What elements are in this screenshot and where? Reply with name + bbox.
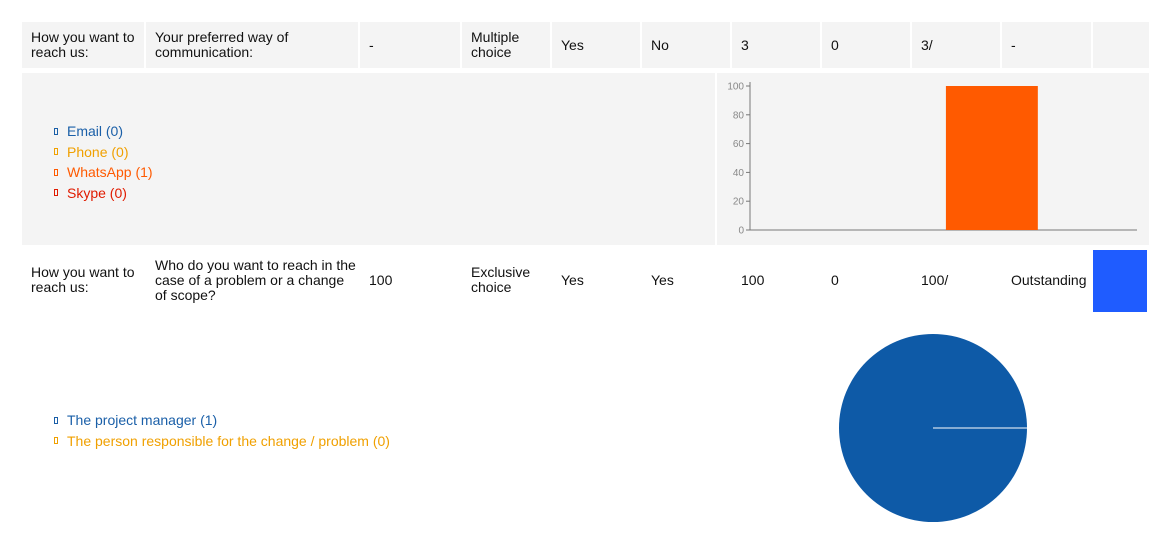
ratio-cell: 100/ <box>921 271 949 288</box>
question-cell: Your preferred way of communication: <box>146 22 358 68</box>
answer-legend: Email (0) Phone (0) WhatsApp (1) Skype (0) <box>54 121 153 203</box>
flag-cell: Yes <box>651 271 674 288</box>
y-tick-label: 40 <box>733 168 745 179</box>
legend-label: WhatsApp (1) <box>67 164 153 180</box>
pie-chart <box>839 334 1027 522</box>
ratio-cell: 3/ <box>912 22 1000 68</box>
legend-item: The person responsible for the change / … <box>54 431 390 452</box>
legend-item: Phone (0) <box>54 142 153 163</box>
legend-label: The person responsible for the change / … <box>67 432 390 449</box>
bar-chart-panel: 0 20 40 60 80 100 <box>717 73 1149 245</box>
bullet-icon <box>54 416 58 424</box>
legend-item: Skype (0) <box>54 183 153 204</box>
points-cell: 100 <box>741 271 765 288</box>
score-cell: - <box>360 22 460 68</box>
bullet-icon <box>54 189 58 197</box>
color-swatch <box>1093 250 1147 312</box>
bar <box>945 86 1038 230</box>
bullet-icon <box>54 437 58 445</box>
y-tick-label: 60 <box>733 139 745 150</box>
bar-chart: 0 20 40 60 80 100 <box>727 82 1137 237</box>
rating-cell: Outstanding <box>1011 271 1087 288</box>
question-cell: Who do you want to reach in the case of … <box>155 256 356 303</box>
required-cell: Yes <box>561 271 584 288</box>
legend-label: Email (0) <box>67 123 124 139</box>
type-cell: Multiple choice <box>462 22 550 68</box>
color-cell <box>1093 22 1149 68</box>
type-cell: Exclusive choice <box>471 264 531 295</box>
required-cell: Yes <box>552 22 640 68</box>
legend-item: WhatsApp (1) <box>54 162 153 183</box>
answers-panel: Email (0) Phone (0) WhatsApp (1) Skype (0) <box>22 73 715 245</box>
bullet-icon <box>54 168 58 176</box>
y-tick-label: 100 <box>727 82 744 93</box>
legend-label: Phone (0) <box>67 143 129 160</box>
rating-cell: - <box>1002 22 1091 68</box>
legend-label: The project manager (1) <box>67 412 218 428</box>
zero-cell: 0 <box>831 271 839 288</box>
category-cell: How you want to reach us: <box>22 22 144 68</box>
y-tick-label: 0 <box>738 226 744 237</box>
points-cell: 3 <box>732 22 820 68</box>
bullet-icon <box>54 127 58 135</box>
bullet-icon <box>54 148 58 156</box>
category-cell: How you want to reach us: <box>31 264 135 295</box>
answer-legend-2: The project manager (1) The person respon… <box>54 410 390 451</box>
score-cell: 100 <box>369 271 393 288</box>
legend-item: The project manager (1) <box>54 410 390 431</box>
legend-label: Skype (0) <box>67 184 127 201</box>
legend-item: Email (0) <box>54 121 153 142</box>
y-tick-label: 20 <box>733 197 745 208</box>
flag-cell: No <box>642 22 730 68</box>
y-tick-label: 80 <box>733 110 745 121</box>
zero-cell: 0 <box>822 22 910 68</box>
